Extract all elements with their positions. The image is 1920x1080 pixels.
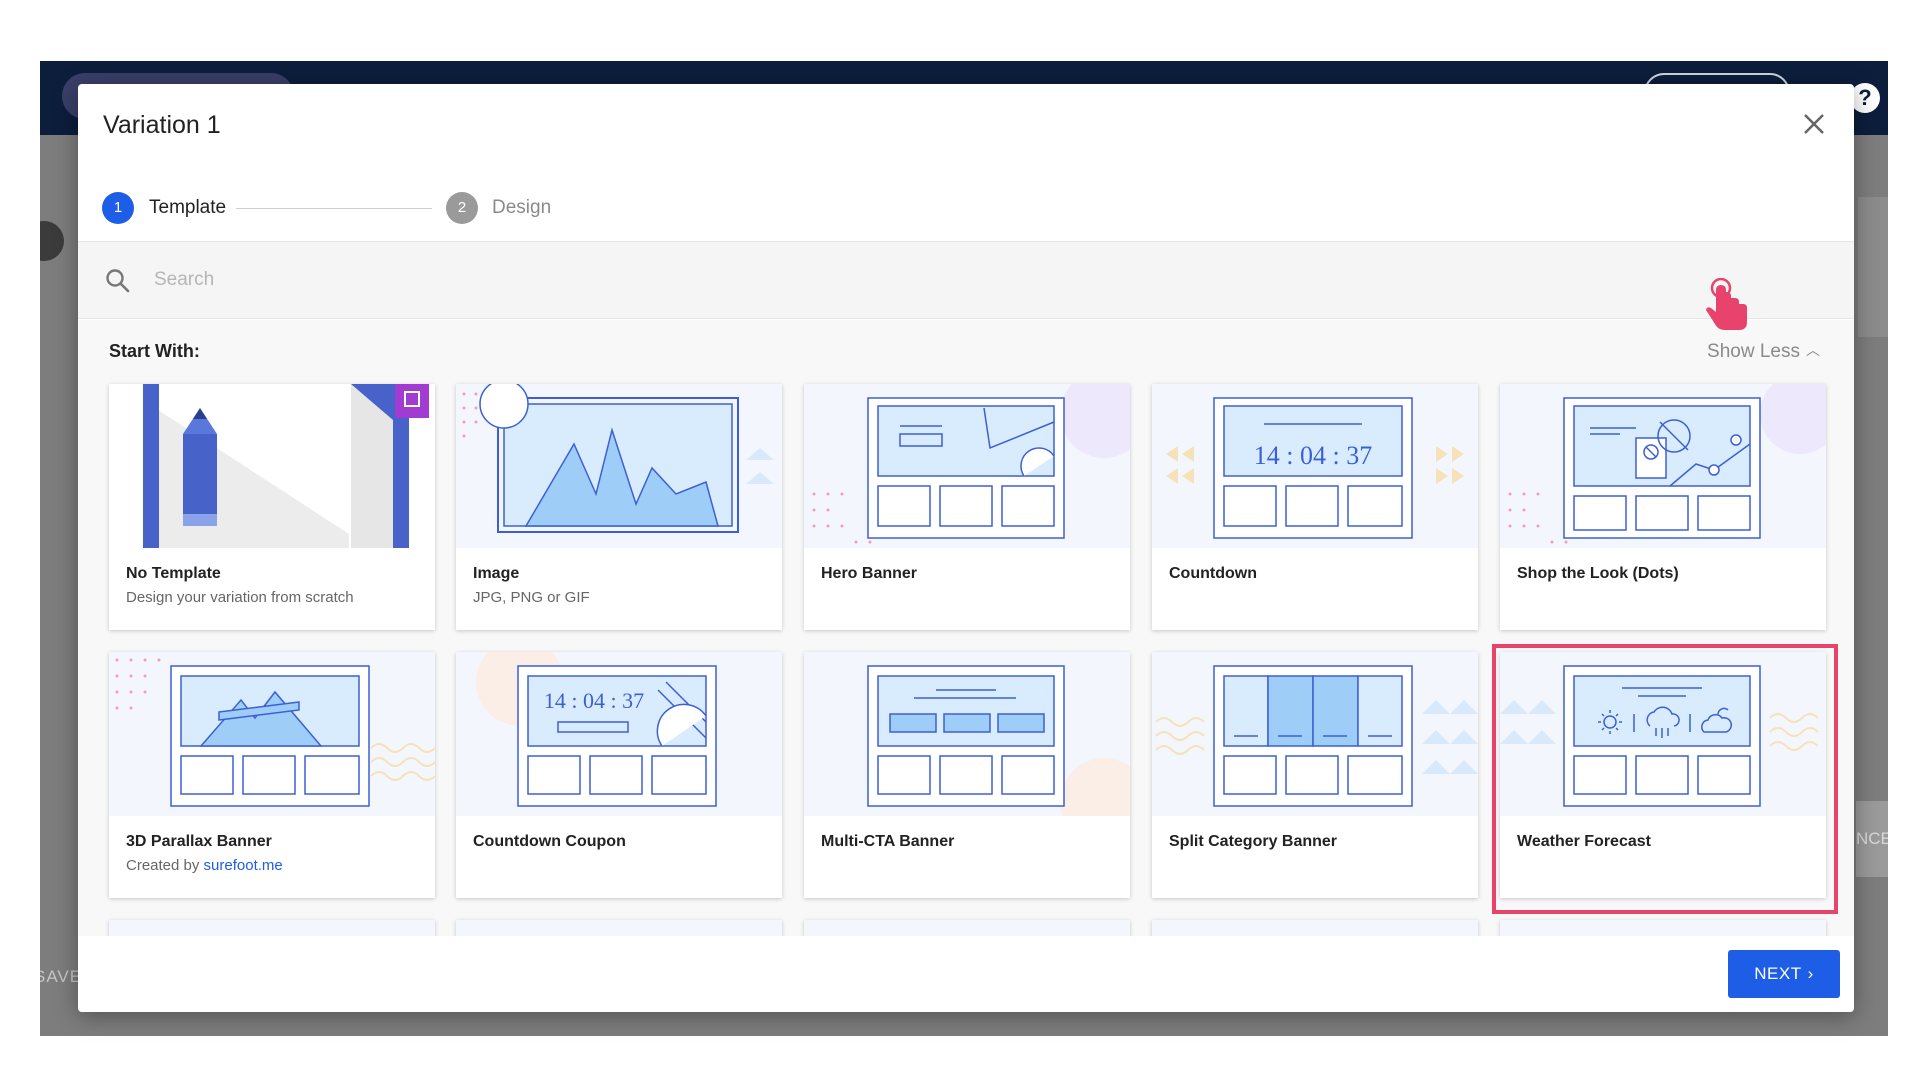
- template-card-multi-cta-banner[interactable]: Multi-CTA Banner: [804, 652, 1130, 898]
- search-icon: [106, 269, 130, 293]
- template-card-no-template[interactable]: No Template Design your variation from s…: [109, 384, 435, 630]
- step-2-label[interactable]: Design: [492, 197, 551, 219]
- template-card-split-category-banner[interactable]: Split Category Banner: [1152, 652, 1478, 898]
- step-1-number[interactable]: 1: [102, 192, 134, 224]
- template-title: Image: [473, 565, 520, 582]
- show-less-toggle[interactable]: Show Less ︿: [1707, 340, 1820, 363]
- modal-title: Variation 1: [103, 111, 221, 139]
- pencil-icon: [143, 384, 429, 548]
- template-title: Multi-CTA Banner: [821, 833, 955, 850]
- template-card-partial[interactable]: [804, 920, 1130, 936]
- template-preview: [1152, 920, 1478, 936]
- template-card-partial[interactable]: [1152, 920, 1478, 936]
- template-title: Split Category Banner: [1169, 833, 1338, 850]
- template-subtitle: Design your variation from scratch: [126, 589, 354, 606]
- created-by-label: Created by: [126, 857, 200, 874]
- template-title: No Template: [126, 565, 221, 582]
- coupon-preview-text: 14 : 04 : 37: [544, 688, 644, 713]
- template-preview: 14 : 04 : 37: [1152, 384, 1478, 548]
- countdown-icon: 14 : 04 : 37: [1166, 397, 1464, 539]
- countdown-preview-text: 14 : 04 : 37: [1254, 441, 1372, 470]
- template-preview: [1500, 384, 1826, 548]
- template-card-countdown[interactable]: 14 : 04 : 37 Countdown: [1152, 384, 1478, 630]
- template-modal: Variation 1 1 Template 2 Design Start Wi…: [78, 84, 1854, 1012]
- avatar: [40, 221, 64, 261]
- template-preview: [804, 652, 1130, 816]
- template-preview: [109, 652, 435, 816]
- template-title: Hero Banner: [821, 565, 918, 582]
- app-save-button: SAVE: [40, 967, 83, 986]
- stepper: 1 Template 2 Design: [102, 192, 702, 226]
- template-card-partial[interactable]: [1500, 920, 1826, 936]
- creator-link[interactable]: surefoot.me: [204, 857, 283, 874]
- template-preview: [456, 384, 782, 548]
- pointer-hand-icon: [1706, 278, 1747, 330]
- template-title: Weather Forecast: [1517, 833, 1651, 850]
- modal-footer: NEXT ›: [78, 936, 1854, 1012]
- close-icon: [1804, 114, 1824, 134]
- template-preview: [804, 384, 1130, 548]
- template-subtitle: JPG, PNG or GIF: [473, 589, 590, 606]
- template-preview: [109, 920, 435, 936]
- search-input[interactable]: [154, 262, 954, 298]
- chevron-right-icon: ›: [1807, 964, 1814, 983]
- countdown-coupon-icon: 14 : 04 : 37: [476, 652, 717, 807]
- template-title: Countdown Coupon: [473, 833, 626, 850]
- template-card-countdown-coupon[interactable]: 14 : 04 : 37 Countdown Coupon: [456, 652, 782, 898]
- template-preview: 14 : 04 : 37: [456, 652, 782, 816]
- parallax-banner-icon: [115, 658, 435, 807]
- template-title: 3D Parallax Banner: [126, 833, 272, 850]
- template-card-image[interactable]: Image JPG, PNG or GIF: [456, 384, 782, 630]
- multi-cta-banner-icon: [867, 665, 1130, 816]
- template-title: Shop the Look (Dots): [1517, 565, 1679, 582]
- template-preview: [1500, 920, 1826, 936]
- template-gallery: Start With: Show Less ︿ No Template Desi…: [78, 320, 1854, 936]
- section-title: Start With:: [109, 341, 200, 361]
- template-preview: [1152, 652, 1478, 816]
- chevron-up-icon: ︿: [1806, 342, 1820, 358]
- template-title: Countdown: [1169, 565, 1257, 582]
- template-preview: [804, 920, 1130, 936]
- template-card-partial[interactable]: [109, 920, 435, 936]
- help-icon: ?: [1850, 83, 1880, 113]
- app-right-button: NCE: [1856, 801, 1888, 877]
- shop-the-look-icon: [1508, 384, 1826, 544]
- next-label: NEXT: [1754, 964, 1802, 983]
- template-subtitle: Created by surefoot.me: [126, 857, 283, 874]
- show-less-label: Show Less: [1707, 341, 1800, 362]
- step-2-number[interactable]: 2: [446, 192, 478, 224]
- next-button[interactable]: NEXT ›: [1728, 950, 1840, 998]
- template-card-shop-the-look[interactable]: Shop the Look (Dots): [1500, 384, 1826, 630]
- weather-forecast-icon: [1500, 665, 1819, 807]
- image-icon: [462, 384, 774, 533]
- close-button[interactable]: [1796, 106, 1832, 142]
- step-connector: [236, 208, 432, 209]
- app-side-panel: [1858, 197, 1888, 337]
- step-1-label[interactable]: Template: [149, 197, 226, 219]
- template-card-partial[interactable]: [456, 920, 782, 936]
- split-category-banner-icon: [1155, 665, 1478, 807]
- template-preview: [456, 920, 782, 936]
- template-card-hero-banner[interactable]: Hero Banner: [804, 384, 1130, 630]
- search-bar: [78, 241, 1854, 319]
- hero-banner-icon: [812, 384, 1130, 544]
- template-card-weather-forecast[interactable]: Weather Forecast: [1500, 652, 1826, 898]
- template-card-3d-parallax-banner[interactable]: 3D Parallax Banner Created by surefoot.m…: [109, 652, 435, 898]
- template-preview: [1500, 652, 1826, 816]
- template-preview: [109, 384, 435, 548]
